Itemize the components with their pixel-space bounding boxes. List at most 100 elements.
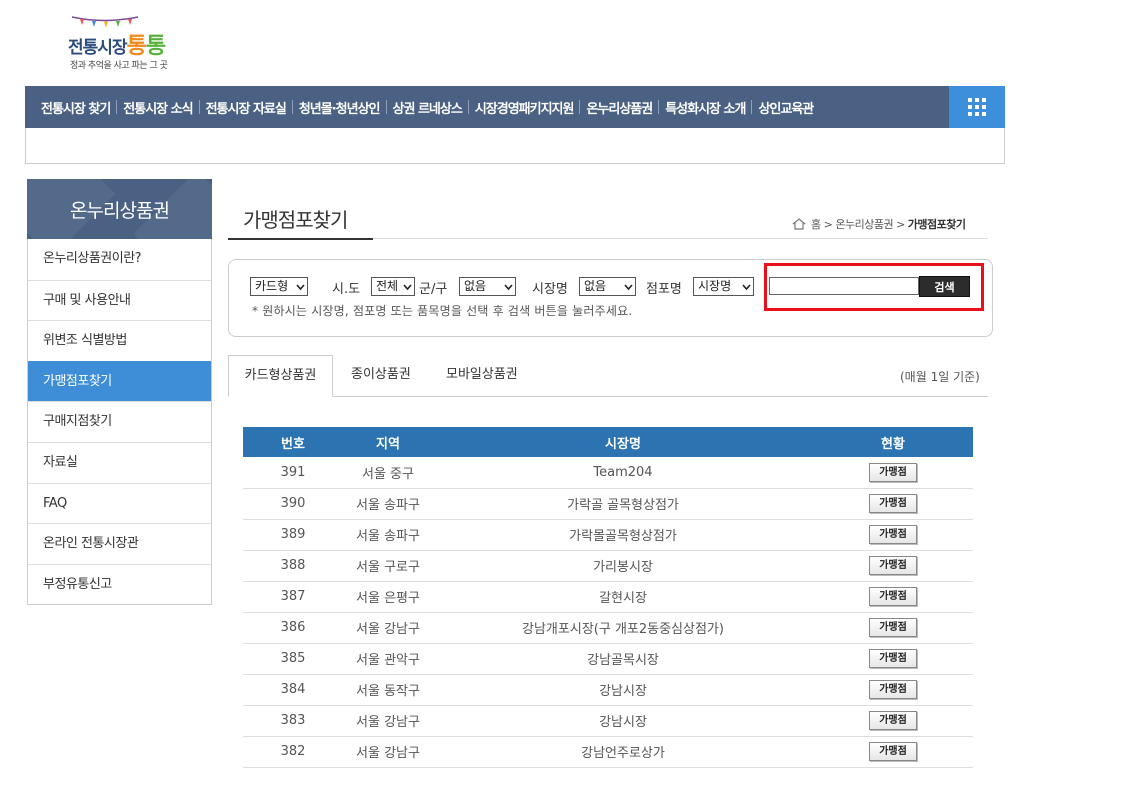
- store-table: 번호 지역 시장명 현황 391 서울 중구 Team204 가맹점 390 서울 송파구…: [243, 427, 973, 768]
- gnb-item: 특성화시장 소개: [652, 98, 746, 117]
- row-market-name: 강남골목시장: [433, 643, 813, 675]
- gnb-link[interactable]: 온누리상품권: [586, 98, 653, 117]
- site-logo[interactable]: 전통시장통통 정과 추억을 사고 파는 그 곳: [68, 12, 188, 71]
- tab-paper-voucher[interactable]: 종이상품권: [351, 355, 411, 397]
- sub-navigation-bar: [25, 128, 1005, 164]
- gnb-separator: [658, 100, 660, 114]
- breadcrumb: 홈 > 온누리상품권 > 가맹점포찾기: [792, 216, 966, 232]
- row-region: 서울 강남구: [343, 612, 433, 644]
- row-region: 서울 강남구: [343, 736, 433, 768]
- gnb-link[interactable]: 전통시장 자료실: [206, 98, 287, 117]
- row-number: 391: [243, 457, 343, 489]
- gungu-label: 군/구: [419, 282, 448, 297]
- gnb-item: 온누리상품권: [573, 98, 653, 117]
- side-nav-item[interactable]: 위변조 식별방법: [28, 320, 211, 361]
- side-nav-title: 온누리상품권: [27, 179, 212, 239]
- chevron-down-icon: [504, 284, 513, 291]
- gnb-separator: [116, 100, 118, 114]
- row-market-name: 강남시장: [433, 674, 813, 706]
- search-hint: * 원하시는 시장명, 점포명 또는 품목명을 선택 후 검색 버튼을 눌러주세…: [252, 304, 633, 318]
- column-header-status: 현황: [813, 427, 973, 457]
- global-navigation: 전통시장 찾기 전통시장 소식 전통시장 자료실 청년몰·청년상인 상권 르네상스 시장경…: [25, 86, 1005, 128]
- search-field-select[interactable]: 시장명: [693, 277, 754, 296]
- gnb-item: 전통시장 찾기: [41, 98, 111, 117]
- gnb-item: 전통시장 소식: [110, 98, 194, 117]
- gnb-separator: [291, 100, 293, 114]
- search-field-value: 시장명: [698, 279, 732, 293]
- side-navigation: 온누리상품권 온누리상품권이란? 구매 및 사용안내 위변조 식별방법 가맹점포찾기 구…: [27, 179, 212, 606]
- home-icon: [792, 218, 806, 230]
- member-store-button[interactable]: 가맹점: [869, 587, 917, 606]
- side-nav-item[interactable]: 온라인 전통시장관: [28, 523, 211, 564]
- gnb-link[interactable]: 상권 르네상스: [393, 98, 463, 117]
- gnb-separator: [467, 100, 469, 114]
- table-row: 384 서울 동작구 강남시장 가맹점: [243, 674, 973, 706]
- tab-mobile-voucher[interactable]: 모바일상품권: [446, 355, 518, 397]
- row-number: 390: [243, 488, 343, 520]
- member-store-button[interactable]: 가맹점: [869, 556, 917, 575]
- store-label: 점포명: [646, 282, 682, 297]
- member-store-button[interactable]: 가맹점: [869, 711, 917, 730]
- side-nav-item[interactable]: 구매 및 사용안내: [28, 279, 211, 321]
- tab-card-voucher[interactable]: 카드형상품권: [228, 355, 333, 397]
- table-row: 383 서울 강남구 강남시장 가맹점: [243, 705, 973, 737]
- row-market-name: 강남시장: [433, 705, 813, 737]
- row-region: 서울 은평구: [343, 581, 433, 613]
- gnb-link[interactable]: 특성화시장 소개: [665, 98, 746, 117]
- gnb-link[interactable]: 전통시장 소식: [123, 98, 193, 117]
- gnb-separator: [198, 100, 200, 114]
- sido-value: 전체: [376, 279, 399, 293]
- gnb-link[interactable]: 청년몰·청년상인: [299, 98, 381, 117]
- member-store-button[interactable]: 가맹점: [869, 680, 917, 699]
- row-region: 서울 강남구: [343, 705, 433, 737]
- market-select[interactable]: 없음: [579, 277, 636, 296]
- member-store-button[interactable]: 가맹점: [869, 618, 917, 637]
- side-nav-item[interactable]: FAQ: [28, 482, 211, 524]
- gnb-item: 시장경영패키지지원: [462, 98, 574, 117]
- row-number: 386: [243, 612, 343, 644]
- row-number: 389: [243, 519, 343, 551]
- member-store-button[interactable]: 가맹점: [869, 494, 917, 513]
- sido-select[interactable]: 전체: [371, 277, 415, 296]
- row-market-name: 가락골 골목형상점가: [433, 488, 813, 520]
- gnb-link[interactable]: 상인교육관: [758, 98, 814, 117]
- voucher-tabs: 카드형상품권 종이상품권 모바일상품권: [228, 355, 988, 397]
- side-nav-item[interactable]: 부정유통신고: [28, 563, 211, 605]
- row-region: 서울 송파구: [343, 519, 433, 551]
- row-market-name: 가리봉시장: [433, 550, 813, 582]
- breadcrumb-section[interactable]: 온누리상품권: [835, 216, 893, 232]
- table-row: 391 서울 중구 Team204 가맹점: [243, 457, 973, 489]
- voucher-type-select[interactable]: 카드형: [250, 277, 308, 296]
- table-header-row: 번호 지역 시장명 현황: [243, 427, 973, 457]
- gungu-select[interactable]: 없음: [459, 277, 516, 296]
- row-market-name: 강남언주로상가: [433, 736, 813, 768]
- member-store-button[interactable]: 가맹점: [869, 462, 917, 482]
- member-store-button[interactable]: 가맹점: [869, 649, 917, 668]
- gnb-link[interactable]: 전통시장 찾기: [41, 98, 111, 117]
- table-row: 388 서울 구로구 가리봉시장 가맹점: [243, 550, 973, 582]
- row-status: 가맹점: [813, 705, 973, 737]
- table-row: 389 서울 송파구 가락몰골목형상점가 가맹점: [243, 519, 973, 551]
- sido-label: 시.도: [332, 282, 361, 297]
- row-status: 가맹점: [813, 612, 973, 644]
- side-nav-item[interactable]: 온누리상품권이란?: [28, 239, 211, 280]
- page-title: 가맹점포찾기: [228, 204, 373, 240]
- row-number: 383: [243, 705, 343, 737]
- side-nav-item[interactable]: 가맹점포찾기: [28, 360, 211, 402]
- side-nav-item[interactable]: 구매지점찾기: [28, 401, 211, 442]
- row-market-name: 갈현시장: [433, 581, 813, 613]
- row-status: 가맹점: [813, 736, 973, 768]
- row-status: 가맹점: [813, 488, 973, 520]
- logo-text: 전통시장통통: [68, 34, 166, 59]
- member-store-button[interactable]: 가맹점: [869, 742, 917, 761]
- breadcrumb-home[interactable]: 홈: [811, 216, 821, 232]
- row-status: 가맹점: [813, 581, 973, 613]
- gnb-link[interactable]: 시장경영패키지지원: [475, 98, 575, 117]
- column-header-number: 번호: [243, 427, 343, 457]
- side-nav-item[interactable]: 자료실: [28, 441, 211, 483]
- member-store-button[interactable]: 가맹점: [869, 525, 917, 544]
- chevron-down-icon: [624, 284, 633, 291]
- row-region: 서울 송파구: [343, 488, 433, 520]
- voucher-type-value: 카드형: [255, 279, 289, 293]
- all-menu-button[interactable]: [949, 86, 1005, 128]
